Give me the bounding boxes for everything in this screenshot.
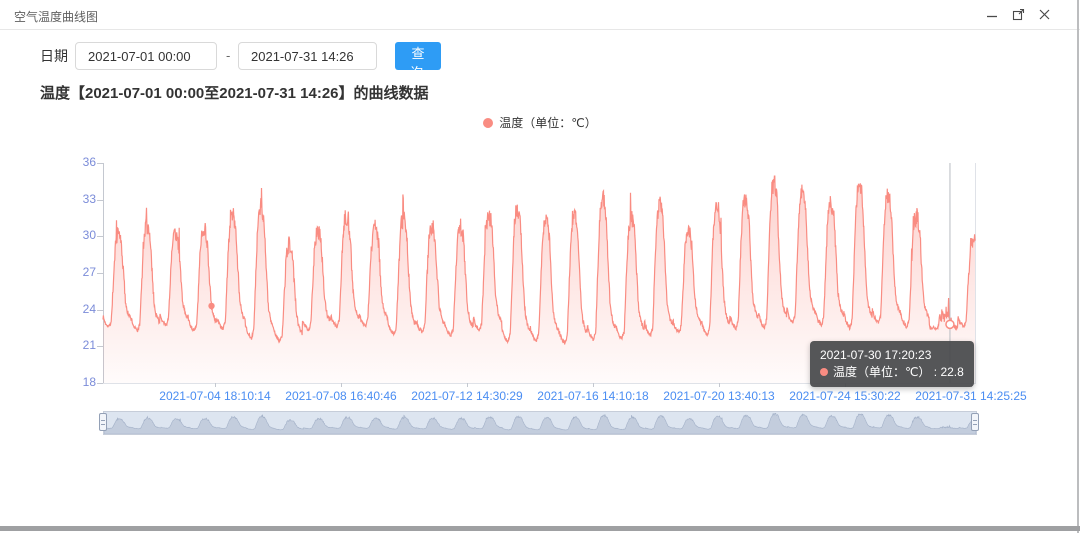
legend-marker-icon [483, 117, 494, 128]
tooltip-time: 2021-07-30 17:20:23 [819, 348, 932, 362]
x-axis-tick [719, 383, 720, 387]
window-bottom-border[interactable] [0, 526, 1080, 531]
tooltip-series-row: 温度（单位：℃） : 22.8 [819, 364, 964, 381]
y-axis-tick-label: 18 [82, 375, 96, 389]
x-axis-tick [341, 383, 342, 387]
x-axis-tick-label: 2021-07-31 14:25:25 [915, 389, 1027, 403]
x-axis-tick-label: 2021-07-20 13:40:13 [663, 389, 775, 403]
y-axis-tick-label: 33 [82, 191, 96, 206]
legend-label: 温度（单位：℃） [499, 116, 597, 130]
y-axis-tick-label: 30 [82, 228, 96, 243]
y-axis-tick-label: 27 [82, 265, 96, 279]
minimize-icon[interactable] [984, 6, 1000, 22]
x-axis-tick [467, 383, 468, 387]
window-controls [984, 6, 1052, 22]
window-titlebar: 空气温度曲线图 [0, 0, 1080, 30]
highlighted-data-point [945, 319, 955, 330]
app-window: 空气温度曲线图 日期 - 查询 温度【2021-07-01 00:00至2021… [0, 0, 1080, 533]
chart-section-title: 温度【2021-07-01 00:00至2021-07-31 14:26】的曲线… [40, 85, 429, 102]
x-axis-tick [593, 383, 594, 387]
datazoom-right-handle[interactable] [971, 413, 979, 431]
start-date-input[interactable] [75, 42, 217, 70]
x-axis-tick-label: 2021-07-04 18:10:14 [159, 389, 271, 403]
x-axis-tick-label: 2021-07-16 14:10:18 [537, 389, 649, 403]
x-axis-tick-label: 2021-07-12 14:30:29 [411, 389, 523, 403]
datazoom-slider[interactable] [103, 411, 977, 435]
date-filter-row: 日期 - 查询 [0, 42, 1080, 80]
tooltip-value: 22.8 [940, 365, 964, 379]
datazoom-selected-range[interactable] [104, 412, 976, 434]
chart-tooltip: 2021-07-30 17:20:23 温度（单位：℃） : 22.8 [809, 341, 974, 387]
data-point-dot [208, 302, 215, 310]
tooltip-separator: : [930, 365, 941, 379]
window-title: 空气温度曲线图 [14, 10, 99, 24]
y-axis-tick [97, 383, 103, 384]
x-axis-tick-label: 2021-07-08 16:40:46 [285, 389, 397, 403]
y-axis-tick-label: 36 [82, 155, 96, 169]
restore-icon[interactable] [1010, 6, 1026, 22]
datazoom-left-handle[interactable] [99, 413, 107, 431]
x-axis-tick-label: 2021-07-24 15:30:22 [789, 389, 901, 403]
right-axis-line [975, 163, 976, 384]
end-date-input[interactable] [238, 42, 377, 70]
query-button[interactable]: 查询 [395, 42, 441, 80]
close-icon[interactable] [1036, 6, 1052, 22]
x-axis-tick [215, 383, 216, 387]
y-axis-tick-label: 21 [82, 338, 96, 353]
legend[interactable]: 温度（单位：℃） [0, 114, 1080, 131]
tooltip-series-label: 温度（单位：℃） [832, 365, 931, 379]
date-range-separator: - [226, 48, 231, 63]
y-axis-tick-label: 24 [82, 301, 96, 316]
tooltip-series-icon [819, 368, 828, 376]
window-right-border [1077, 0, 1079, 533]
date-label: 日期 [40, 48, 68, 64]
